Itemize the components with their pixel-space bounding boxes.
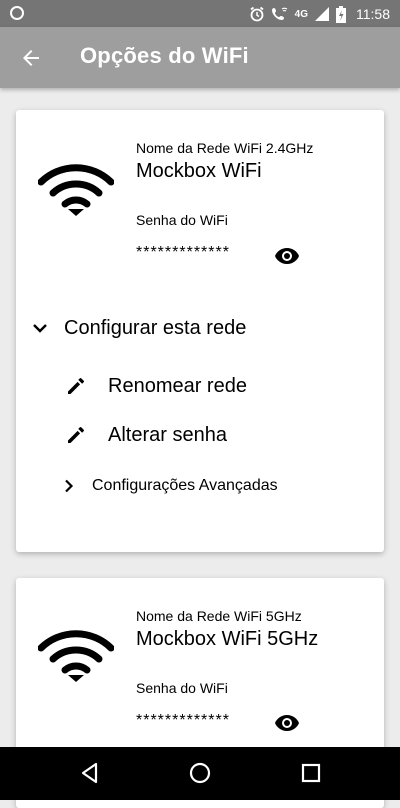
home-circle-icon[interactable] <box>188 761 212 785</box>
network-name: Mockbox WiFi 5GHz <box>136 628 319 650</box>
notification-circle-icon <box>10 6 24 20</box>
clock: 11:58 <box>356 6 390 22</box>
change-password-label: Alterar senha <box>108 423 227 446</box>
configure-network-toggle[interactable]: Configurar esta rede <box>30 314 246 342</box>
status-icons: 4G 11:58 <box>249 5 390 23</box>
alarm-icon <box>250 6 264 22</box>
advanced-settings-label: Configurações Avançadas <box>92 477 278 494</box>
pencil-icon <box>68 427 84 443</box>
change-password-button[interactable]: Alterar senha <box>66 421 227 449</box>
app-bar: Opções do WiFi <box>0 27 400 88</box>
eye-icon[interactable] <box>274 246 300 266</box>
pencil-icon <box>68 378 84 394</box>
page-title: Opções do WiFi <box>80 43 249 68</box>
configure-network-label: Configurar esta rede <box>64 316 247 339</box>
chevron-right-icon <box>65 479 74 493</box>
rename-network-label: Renomear rede <box>108 374 247 397</box>
eye-icon[interactable] <box>274 713 300 733</box>
signal-icon <box>315 7 329 21</box>
chevron-down-icon <box>33 324 47 333</box>
wifi-icon <box>38 630 114 682</box>
recents-square-icon[interactable] <box>299 761 323 785</box>
status-bar: 4G 11:58 <box>0 0 400 27</box>
back-triangle-icon[interactable] <box>78 761 102 785</box>
password-value: ************* <box>136 244 230 261</box>
password-value: ************* <box>136 712 230 729</box>
advanced-settings-link[interactable]: Configurações Avançadas <box>62 474 278 498</box>
navigation-bar <box>0 747 400 800</box>
password-label: Senha do WiFi <box>136 680 228 696</box>
rename-network-button[interactable]: Renomear rede <box>66 372 247 400</box>
wifi-call-icon <box>271 7 287 20</box>
network-badge: 4G <box>294 8 308 20</box>
network-name-label: Nome da Rede WiFi 2.4GHz <box>136 140 314 156</box>
battery-charging-icon <box>336 5 346 23</box>
arrow-back-icon[interactable] <box>19 46 43 70</box>
network-name-label: Nome da Rede WiFi 5GHz <box>136 608 302 624</box>
network-card-2-4ghz: Nome da Rede WiFi 2.4GHz Mockbox WiFi Se… <box>16 110 384 552</box>
password-label: Senha do WiFi <box>136 212 228 228</box>
wifi-icon <box>38 164 114 216</box>
network-name: Mockbox WiFi <box>136 160 262 182</box>
